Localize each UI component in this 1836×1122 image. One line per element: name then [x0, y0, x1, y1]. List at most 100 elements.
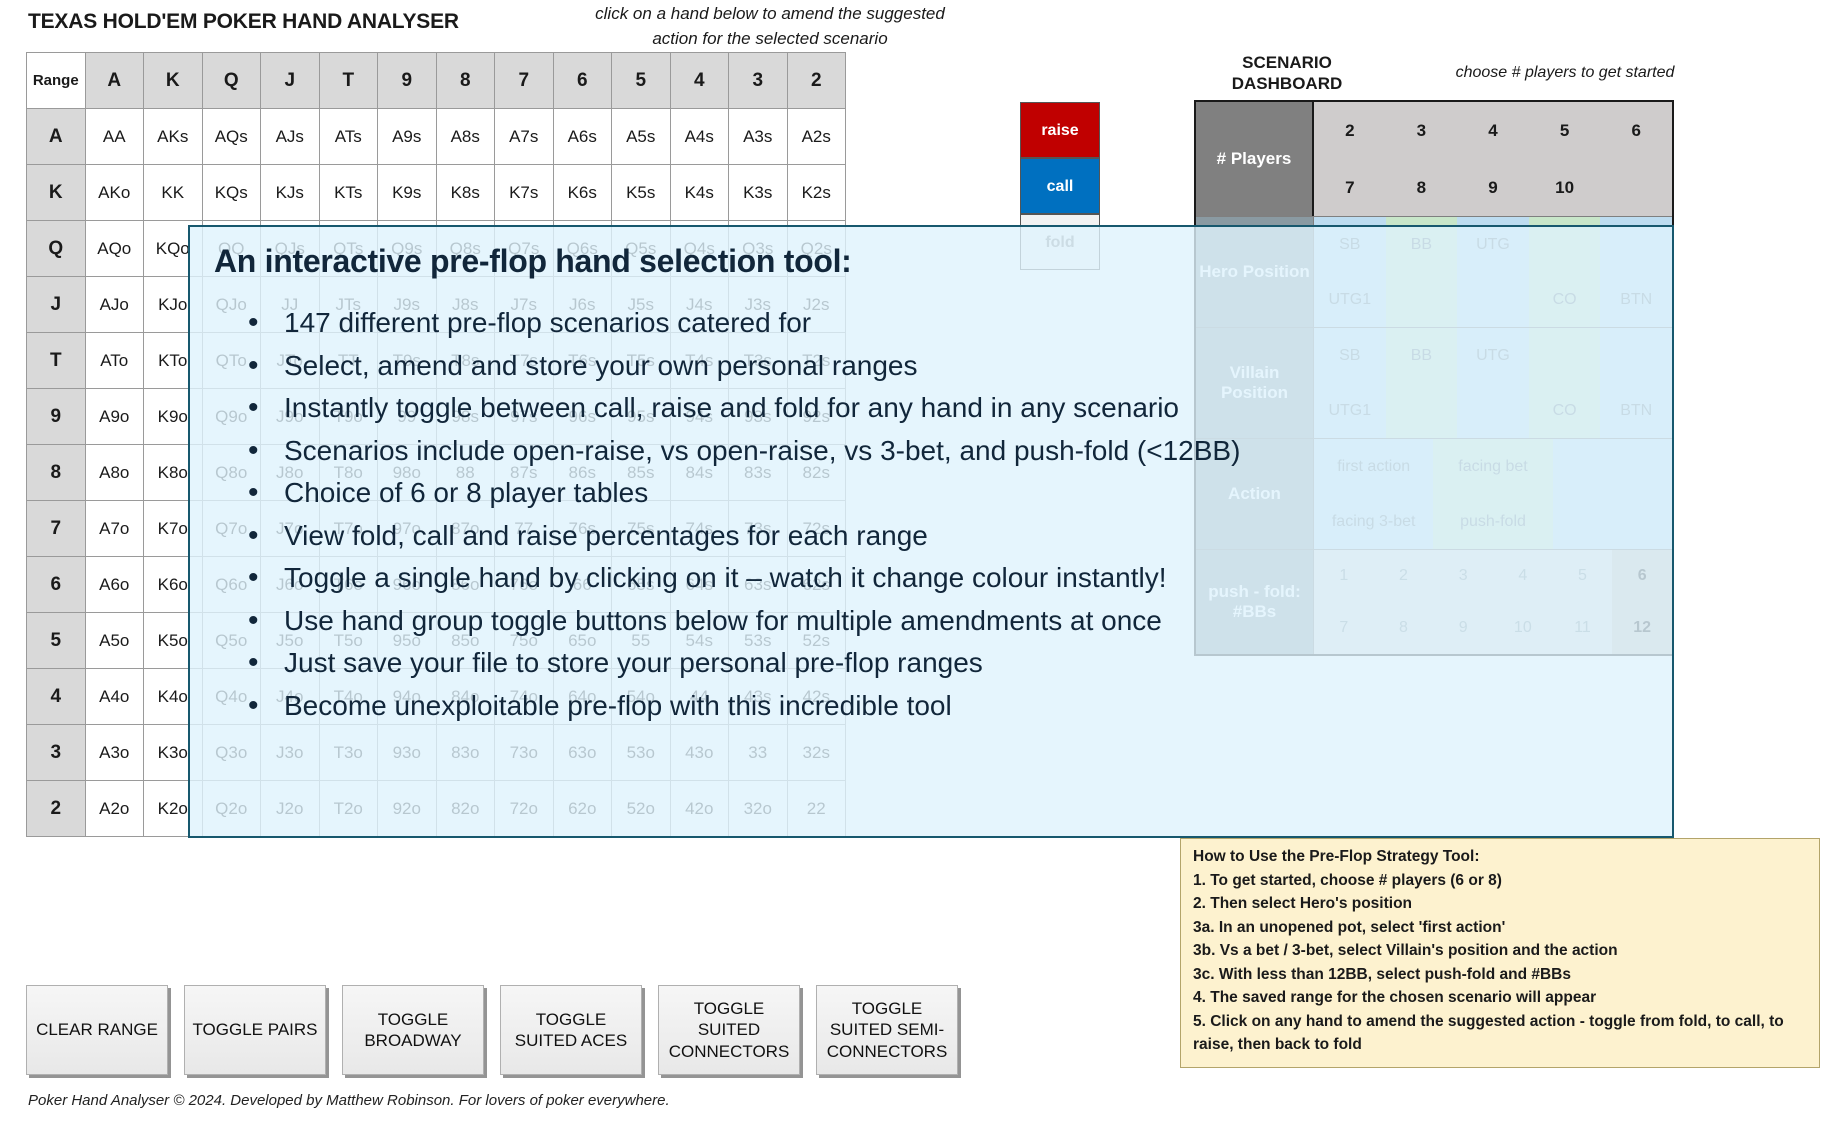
- howto-step-1: 1. To get started, choose # players (6 o…: [1193, 871, 1502, 889]
- players-option-8[interactable]: 8: [1385, 159, 1458, 216]
- hand-cell-AQs[interactable]: AQs: [201, 108, 261, 165]
- matrix-col-head-Q: Q: [201, 52, 261, 109]
- hand-cell-AJs[interactable]: AJs: [260, 108, 320, 165]
- hand-cell-KJs[interactable]: KJs: [260, 164, 320, 221]
- matrix-row-head-6: 6: [26, 556, 86, 613]
- players-label: # Players: [1196, 102, 1314, 216]
- hand-cell-A2o[interactable]: A2o: [84, 780, 144, 837]
- legend-raise[interactable]: raise: [1020, 102, 1100, 158]
- players-option-10[interactable]: 10: [1528, 159, 1601, 216]
- overlay-bullet-2: Select, amend and store your own persona…: [248, 343, 1648, 388]
- matrix-col-head-2: 2: [786, 52, 846, 109]
- page-title: TEXAS HOLD'EM POKER HAND ANALYSER: [28, 10, 459, 33]
- matrix-row-head-8: 8: [26, 444, 86, 501]
- hand-cell-KK[interactable]: KK: [143, 164, 203, 221]
- dashboard-row-players: # Players 2 3 4 5 6 7 8 9 10: [1196, 102, 1672, 217]
- hand-cell-A3s[interactable]: A3s: [728, 108, 788, 165]
- matrix-col-head-3: 3: [728, 52, 788, 109]
- toggle-button-toggle-broadway[interactable]: TOGGLE BROADWAY: [342, 985, 484, 1075]
- toggle-button-clear-range[interactable]: CLEAR RANGE: [26, 985, 168, 1075]
- matrix-row: K AKo KK KQs KJs KTs K9s K8s K7s K6s K5s K4s K3s K2s: [26, 164, 846, 221]
- players-option-9[interactable]: 9: [1457, 159, 1529, 216]
- hand-cell-A6o[interactable]: A6o: [84, 556, 144, 613]
- toggle-button-toggle-suited-aces[interactable]: TOGGLE SUITED ACES: [500, 985, 642, 1075]
- hand-cell-A5o[interactable]: A5o: [84, 612, 144, 669]
- matrix-row-head-A: A: [26, 108, 86, 165]
- matrix-col-head-A: A: [84, 52, 144, 109]
- toggle-button-toggle-suited-semi-connectors[interactable]: TOGGLE SUITED SEMI-CONNECTORS: [816, 985, 958, 1075]
- footer-credit: Poker Hand Analyser © 2024. Developed by…: [28, 1092, 670, 1109]
- hand-cell-K8s[interactable]: K8s: [435, 164, 495, 221]
- scenario-dashboard-title: SCENARIO DASHBOARD: [1231, 53, 1343, 94]
- hand-cell-AA[interactable]: AA: [84, 108, 144, 165]
- howto-step-3: 3a. In an unopened pot, select 'first ac…: [1193, 918, 1506, 936]
- choose-players-hint: choose # players to get started: [1455, 64, 1675, 81]
- hand-cell-A3o[interactable]: A3o: [84, 724, 144, 781]
- matrix-col-head-5: 5: [611, 52, 671, 109]
- matrix-row-head-2: 2: [26, 780, 86, 837]
- hand-cell-A7o[interactable]: A7o: [84, 500, 144, 557]
- matrix-row-head-Q: Q: [26, 220, 86, 277]
- matrix-col-head-8: 8: [435, 52, 495, 109]
- hand-cell-AKs[interactable]: AKs: [143, 108, 203, 165]
- matrix-col-head-6: 6: [552, 52, 612, 109]
- hand-cell-K3s[interactable]: K3s: [728, 164, 788, 221]
- matrix-row-head-T: T: [26, 332, 86, 389]
- hand-cell-K2s[interactable]: K2s: [786, 164, 846, 221]
- hand-cell-A4o[interactable]: A4o: [84, 668, 144, 725]
- players-option-5[interactable]: 5: [1528, 102, 1601, 159]
- players-option-empty-9[interactable]: [1600, 159, 1672, 216]
- matrix-row: A AA AKs AQs AJs ATs A9s A8s A7s A6s A5s A4s A3s A2s: [26, 108, 846, 165]
- matrix-col-head-J: J: [260, 52, 320, 109]
- howto-step-2: 2. Then select Hero's position: [1193, 895, 1413, 913]
- hand-cell-A9s[interactable]: A9s: [377, 108, 437, 165]
- hand-cell-AKo[interactable]: AKo: [84, 164, 144, 221]
- hand-cell-A8s[interactable]: A8s: [435, 108, 495, 165]
- hand-cell-K7s[interactable]: K7s: [494, 164, 554, 221]
- hand-cell-AQo[interactable]: AQo: [84, 220, 144, 277]
- overlay-bullet-10: Become unexploitable pre-flop with this …: [248, 683, 1648, 728]
- hand-cell-K6s[interactable]: K6s: [552, 164, 612, 221]
- matrix-col-head-T: T: [318, 52, 378, 109]
- click-hand-hint: click on a hand below to amend the sugge…: [595, 4, 945, 48]
- toggle-button-toggle-pairs[interactable]: TOGGLE PAIRS: [184, 985, 326, 1075]
- hand-cell-ATs[interactable]: ATs: [318, 108, 378, 165]
- hand-cell-A7s[interactable]: A7s: [494, 108, 554, 165]
- players-option-4[interactable]: 4: [1457, 102, 1529, 159]
- hand-cell-ATo[interactable]: ATo: [84, 332, 144, 389]
- hand-cell-KQs[interactable]: KQs: [201, 164, 261, 221]
- hand-cell-A8o[interactable]: A8o: [84, 444, 144, 501]
- howto-title: How to Use the Pre-Flop Strategy Tool:: [1193, 848, 1480, 865]
- players-option-2[interactable]: 2: [1314, 102, 1386, 159]
- hand-cell-A9o[interactable]: A9o: [84, 388, 144, 445]
- toggle-button-bar: CLEAR RANGE TOGGLE PAIRS TOGGLE BROADWAY TO…: [26, 985, 958, 1075]
- hand-cell-K5s[interactable]: K5s: [611, 164, 671, 221]
- toggle-button-toggle-suited-connectors[interactable]: TOGGLE SUITED CONNECTORS: [658, 985, 800, 1075]
- overlay-heading: An interactive pre-flop hand selection t…: [214, 243, 852, 279]
- matrix-row-head-5: 5: [26, 612, 86, 669]
- hand-cell-A5s[interactable]: A5s: [611, 108, 671, 165]
- hand-cell-A4s[interactable]: A4s: [669, 108, 729, 165]
- players-option-6[interactable]: 6: [1600, 102, 1672, 159]
- matrix-corner-label: Range: [26, 52, 86, 109]
- legend-call[interactable]: call: [1020, 158, 1100, 214]
- howto-step-7: 5. Click on any hand to amend the sugges…: [1193, 1012, 1784, 1054]
- overlay-bullet-3: Instantly toggle between call, raise and…: [248, 385, 1648, 430]
- players-options[interactable]: 2 3 4 5 6 7 8 9 10: [1314, 102, 1672, 216]
- hand-cell-K9s[interactable]: K9s: [377, 164, 437, 221]
- matrix-row-head-7: 7: [26, 500, 86, 557]
- howto-step-5: 3c. With less than 12BB, select push-fol…: [1193, 965, 1571, 983]
- matrix-row-head-J: J: [26, 276, 86, 333]
- overlay-bullet-4: Scenarios include open-raise, vs open-ra…: [248, 428, 1648, 473]
- overlay-bullet-7: Toggle a single hand by clicking on it –…: [248, 555, 1648, 600]
- overlay-bullet-list: 147 different pre-flop scenarios catered…: [214, 300, 1648, 728]
- players-option-3[interactable]: 3: [1385, 102, 1458, 159]
- hand-cell-K4s[interactable]: K4s: [669, 164, 729, 221]
- hand-cell-AJo[interactable]: AJo: [84, 276, 144, 333]
- hand-cell-KTs[interactable]: KTs: [318, 164, 378, 221]
- players-option-7[interactable]: 7: [1314, 159, 1386, 216]
- hand-cell-A2s[interactable]: A2s: [786, 108, 846, 165]
- overlay-bullet-1: 147 different pre-flop scenarios catered…: [248, 300, 1648, 345]
- overlay-bullet-9: Just save your file to store your person…: [248, 640, 1648, 685]
- hand-cell-A6s[interactable]: A6s: [552, 108, 612, 165]
